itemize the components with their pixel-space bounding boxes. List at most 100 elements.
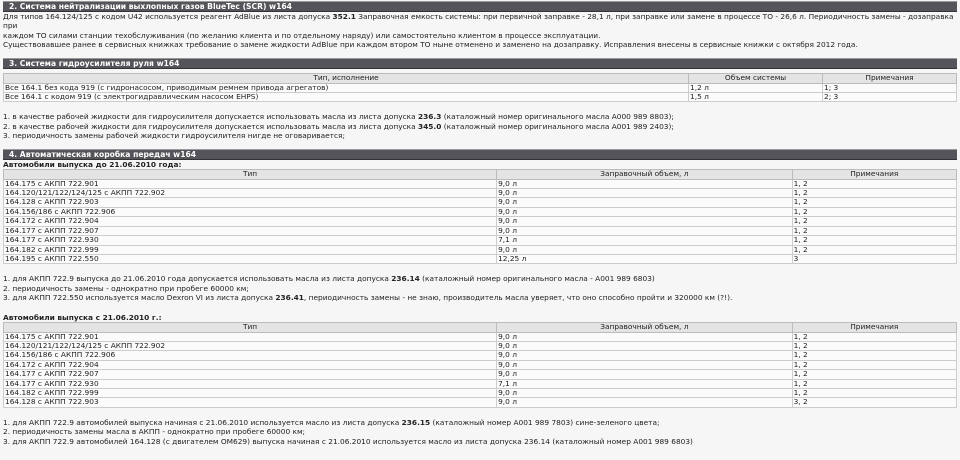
cell-volume: 9,0 л <box>496 331 793 342</box>
cell-volume: 9,0 л <box>496 178 793 190</box>
column-header-type: Тип, исполнение <box>2 72 690 84</box>
cell-type: Все 164.1 без кода 919 (с гидронасосом, … <box>2 82 690 94</box>
cell-type: 164.156/186 с АКПП 722.906 <box>2 350 498 361</box>
cell-notes: 1, 2 <box>791 188 958 199</box>
table-row: 164.120/121/122/124/125 с АКПП 722.902 9,… <box>2 188 958 199</box>
cell-notes: 1, 2 <box>791 378 958 389</box>
cell-notes: 1, 2 <box>791 331 958 342</box>
column-header-notes: Примечания <box>791 321 958 333</box>
cell-type: 164.175 с АКПП 722.901 <box>2 178 498 190</box>
cell-volume: 12,25 л <box>496 253 793 265</box>
section-2-paragraph-2: каждом ТО силами станции техобслуживания… <box>3 30 601 40</box>
cell-type: 164.177 с АКПП 722.930 <box>2 235 498 246</box>
subheading-after-2010: Автомобили выпуска с 21.06.2010 г.: <box>3 312 162 322</box>
cell-type: 164.177 с АКПП 722.907 <box>2 225 498 237</box>
table-row: 164.175 с АКПП 722.901 9,0 л 1, 2 <box>2 178 958 190</box>
cell-notes: 1, 2 <box>791 225 958 237</box>
table-row: Все 164.1 без кода 919 (с гидронасосом, … <box>2 82 957 94</box>
cell-type: 164.120/121/122/124/125 с АКПП 722.902 <box>2 188 498 199</box>
section-4-note-2: 2. периодичность замены - однократно при… <box>3 283 249 293</box>
column-header-volume: Заправочный объем, л <box>496 321 793 333</box>
transmission-table-before-2010: Тип Заправочный объем, л Примечания 164.… <box>2 168 958 265</box>
section-4b-note-1: 1. для АКПП 722.9 автомобилей выпуска на… <box>3 417 660 427</box>
table-row: 164.128 с АКПП 722.903 9,0 л 1, 2 <box>2 197 958 208</box>
cell-volume: 9,0 л <box>496 225 793 237</box>
cell-volume: 7,1 л <box>496 378 793 389</box>
table-row: 164.177 с АКПП 722.907 9,0 л 1, 2 <box>2 225 958 237</box>
cell-notes: 3, 2 <box>791 397 958 408</box>
cell-volume: 9,0 л <box>496 340 793 352</box>
cell-volume: 9,0 л <box>496 397 793 408</box>
section-3-header: 3. Система гидроусилителя руля w164 <box>3 57 957 69</box>
cell-type: 164.177 с АКПП 722.930 <box>2 378 498 389</box>
power-steering-table: Тип, исполнение Объем системы Примечания… <box>2 72 957 103</box>
cell-type: 164.195 с АКПП 722.550 <box>2 253 498 265</box>
cell-notes: 1, 2 <box>791 235 958 246</box>
cell-type: 164.128 с АКПП 722.903 <box>2 397 498 408</box>
cell-type: Все 164.1 с кодом 919 (с электрогидравли… <box>2 92 690 103</box>
cell-volume: 9,0 л <box>496 197 793 208</box>
cell-notes: 3 <box>791 253 958 265</box>
cell-volume: 9,0 л <box>496 350 793 361</box>
cell-notes: 1, 2 <box>791 178 958 190</box>
column-header-type: Тип <box>2 168 498 180</box>
cell-volume: 9,0 л <box>496 188 793 199</box>
cell-volume: 9,0 л <box>496 244 793 255</box>
table-row: 164.182 с АКПП 722.999 9,0 л 1, 2 <box>2 387 958 399</box>
cell-volume: 7,1 л <box>496 235 793 246</box>
table-row: Все 164.1 с кодом 919 (с электрогидравли… <box>2 92 957 103</box>
column-header-volume: Заправочный объем, л <box>496 168 793 180</box>
cell-notes: 1, 2 <box>791 387 958 399</box>
cell-notes: 1, 2 <box>791 206 958 218</box>
section-4b-note-2: 2. периодичность замены масла в АКПП - о… <box>3 427 306 437</box>
section-4-note-3: 3. для АКПП 722.550 используется масло D… <box>3 293 733 303</box>
table-row: 164.172 с АКПП 722.904 9,0 л 1, 2 <box>2 216 958 227</box>
table-row: 164.177 с АКПП 722.907 9,0 л 1, 2 <box>2 369 958 380</box>
cell-notes: 1, 2 <box>791 350 958 361</box>
cell-type: 164.182 с АКПП 722.999 <box>2 387 498 399</box>
table-row: 164.182 с АКПП 722.999 9,0 л 1, 2 <box>2 244 958 255</box>
table-row: 164.195 с АКПП 722.550 12,25 л3 <box>2 253 958 265</box>
section-4b-note-3: 3. для АКПП 722.9 автомобилей 164.128 (с… <box>3 436 693 446</box>
cell-notes: 1, 2 <box>791 244 958 255</box>
section-4-header: 4. Автоматическая коробка передач w164 <box>3 148 957 160</box>
section-2-header: 2. Система нейтрализации выхлопных газов… <box>3 1 957 12</box>
table-row: 164.177 с АКПП 722.930 7,1 л 1, 2 <box>2 378 958 389</box>
column-header-notes: Примечания <box>822 72 957 84</box>
cell-volume: 1,2 л <box>688 82 823 94</box>
cell-volume: 9,0 л <box>496 369 793 380</box>
cell-volume: 1,5 л <box>688 92 823 103</box>
cell-type: 164.156/186 с АКПП 722.906 <box>2 206 498 218</box>
column-header-notes: Примечания <box>791 168 958 180</box>
table-row: 164.156/186 с АКПП 722.906 9,0 л 1, 2 <box>2 350 958 361</box>
table-row: 164.120/121/122/124/125 с АКПП 722.902 9,… <box>2 340 958 352</box>
cell-type: 164.128 с АКПП 722.903 <box>2 197 498 208</box>
cell-notes: 2; 3 <box>822 92 957 103</box>
cell-notes: 1, 2 <box>791 216 958 227</box>
section-3-note-1: 1. в качестве рабочей жидкости для гидро… <box>3 112 674 122</box>
cell-type: 164.182 с АКПП 722.999 <box>2 244 498 255</box>
section-4-note-1: 1. для АКПП 722.9 выпуска до 21.06.2010 … <box>3 274 655 284</box>
section-2-paragraph-3: Существовавшее ранее в сервисных книжках… <box>3 40 858 50</box>
cell-type: 164.172 с АКПП 722.904 <box>2 359 498 371</box>
column-header-type: Тип <box>2 321 498 333</box>
section-3-note-3: 3. периодичность замены рабочей жидкости… <box>3 131 345 141</box>
section-3-note-2: 2. в качестве рабочей жидкости для гидро… <box>3 121 674 131</box>
cell-type: 164.120/121/122/124/125 с АКПП 722.902 <box>2 340 498 352</box>
transmission-table-after-2010: Тип Заправочный объем, л Примечания 164.… <box>2 321 958 408</box>
cell-type: 164.175 с АКПП 722.901 <box>2 331 498 342</box>
cell-volume: 9,0 л <box>496 359 793 371</box>
table-row: 164.156/186 с АКПП 722.906 9,0 л 1, 2 <box>2 206 958 218</box>
cell-volume: 9,0 л <box>496 387 793 399</box>
cell-volume: 9,0 л <box>496 216 793 227</box>
subheading-before-2010: Автомобили выпуска до 21.06.2010 года: <box>3 159 182 169</box>
table-row: 164.128 с АКПП 722.903 9,0 л 3, 2 <box>2 397 958 408</box>
table-row: 164.177 с АКПП 722.930 7,1 л 1, 2 <box>2 235 958 246</box>
table-row: 164.175 с АКПП 722.901 9,0 л 1, 2 <box>2 331 958 342</box>
column-header-volume: Объем системы <box>688 72 823 84</box>
table-row: 164.172 с АКПП 722.904 9,0 л 1, 2 <box>2 359 958 371</box>
cell-notes: 1, 2 <box>791 197 958 208</box>
cell-notes: 1, 2 <box>791 369 958 380</box>
cell-notes: 1, 2 <box>791 340 958 352</box>
cell-type: 164.177 с АКПП 722.907 <box>2 369 498 380</box>
